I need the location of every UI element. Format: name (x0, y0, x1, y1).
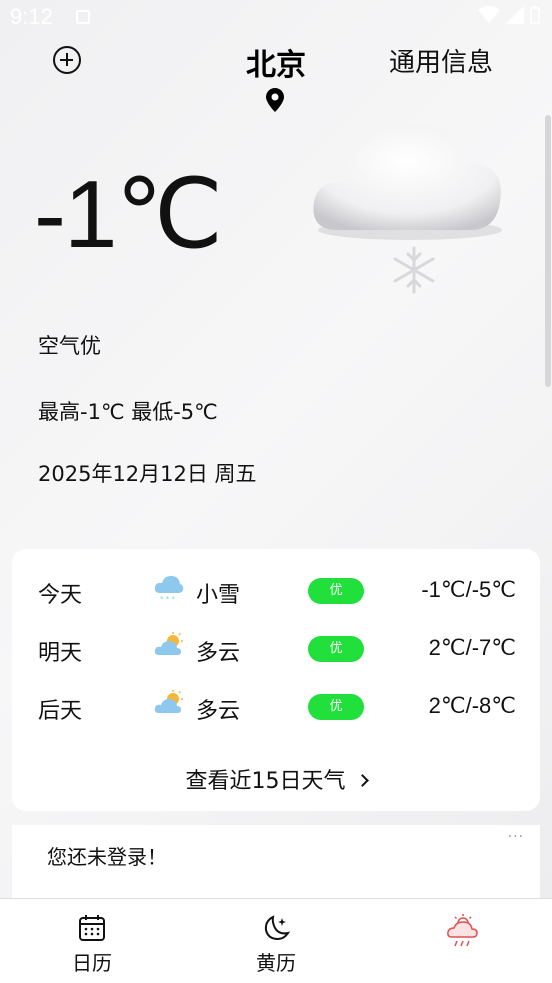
header: 北京 通用信息 (0, 36, 552, 116)
tab-calendar[interactable]: 日历 (0, 899, 184, 983)
bottom-nav: 日历 黄历 (0, 898, 552, 983)
chevron-right-icon (355, 774, 369, 787)
temperature-range: 2℃/-8℃ (428, 693, 516, 718)
scrollbar[interactable] (545, 115, 551, 387)
forecast-day: 今天 (38, 583, 83, 608)
forecast-condition: 小雪 (196, 583, 241, 608)
view-15-day-button[interactable]: 查看近15日天气 (12, 763, 540, 795)
tab-weather[interactable] (368, 899, 552, 983)
forecast-day: 明天 (38, 641, 83, 666)
snow-cloud-icon (313, 124, 502, 294)
city-name[interactable]: 北京 (246, 40, 306, 84)
calendar-icon (79, 915, 105, 941)
more-options-icon[interactable]: ··· (508, 829, 524, 845)
status-time: 9:12 (10, 4, 53, 29)
moon-stars-icon (264, 915, 291, 941)
snow-cloud-icon: * * * (154, 576, 184, 603)
status-bar: 9:12 (0, 0, 552, 36)
forecast-condition: 多云 (196, 699, 241, 724)
wifi-icon (478, 6, 500, 23)
date-text: 2025年12月12日 周五 (38, 462, 257, 486)
tab-almanac[interactable]: 黄历 (184, 899, 368, 983)
partly-cloudy-icon (154, 690, 183, 713)
current-temperature: -1℃ (34, 161, 223, 268)
forecast-row[interactable]: 今天 * * * 小雪 优 -1℃/-5℃ (12, 571, 540, 611)
tab-label: 日历 (72, 951, 112, 975)
aqi-badge: 优 (308, 636, 364, 662)
forecast-row[interactable]: 明天 多云 优 2℃/-7℃ (12, 629, 540, 669)
forecast-day: 后天 (38, 699, 83, 724)
add-city-button[interactable] (53, 46, 81, 74)
tab-label: 黄历 (256, 951, 296, 975)
air-quality-text: 空气优 (38, 334, 101, 358)
notification-icon (76, 10, 90, 24)
login-card[interactable]: 您还未登录！ ··· (12, 825, 540, 905)
battery-icon (530, 6, 540, 24)
temperature-range: 2℃/-7℃ (428, 635, 516, 660)
status-icons (478, 6, 540, 24)
signal-icon (506, 6, 524, 24)
forecast-row[interactable]: 后天 多云 优 2℃/-8℃ (12, 687, 540, 727)
svg-text:* * *: * * * (160, 595, 175, 603)
high-low-text: 最高-1℃ 最低-5℃ (38, 400, 218, 424)
general-info-link[interactable]: 通用信息 (389, 42, 493, 79)
location-pin-icon (266, 88, 284, 112)
weather-icon (447, 914, 478, 947)
forecast-card: 今天 * * * 小雪 优 -1℃/-5℃ 明天 多云 优 2℃/-7℃ 后天 … (12, 549, 540, 811)
view-15-day-label: 查看近15日天气 (185, 769, 346, 794)
forecast-condition: 多云 (196, 641, 241, 666)
temperature-range: -1℃/-5℃ (421, 577, 516, 602)
aqi-badge: 优 (308, 694, 364, 720)
partly-cloudy-icon (154, 632, 183, 655)
aqi-badge: 优 (308, 578, 364, 604)
login-message: 您还未登录！ (47, 845, 167, 869)
